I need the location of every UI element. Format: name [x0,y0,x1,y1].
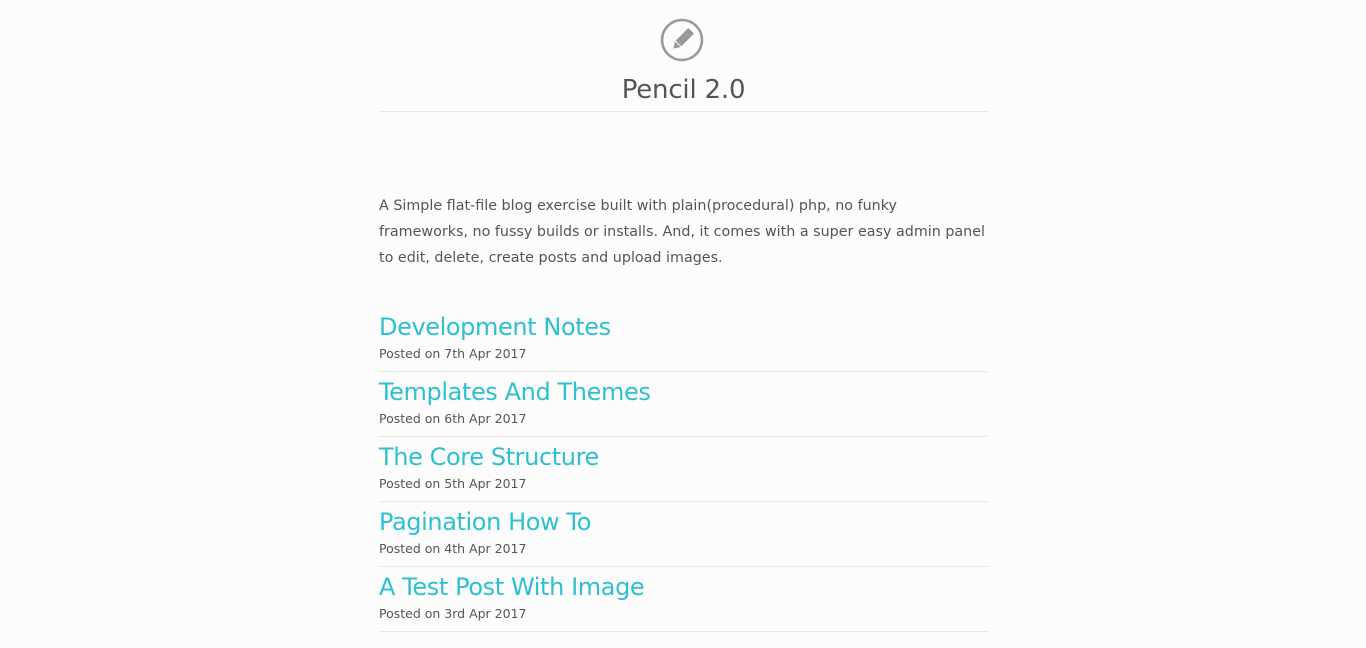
intro-text: A Simple flat-file blog exercise built w… [379,198,985,266]
post-list: Development Notes Posted on 7th Apr 2017… [379,307,988,632]
post-item: The Core Structure Posted on 5th Apr 201… [379,437,988,502]
post-date: Posted on 4th Apr 2017 [379,541,527,556]
post-item: Pagination How To Posted on 4th Apr 2017 [379,502,988,567]
post-date: Posted on 6th Apr 2017 [379,411,527,426]
post-date: Posted on 3rd Apr 2017 [379,606,527,621]
post-item: A Test Post With Image Posted on 3rd Apr… [379,567,988,632]
pencil-circle-icon[interactable] [660,18,704,62]
post-item: Development Notes Posted on 7th Apr 2017 [379,307,988,372]
post-title-link[interactable]: Templates And Themes [379,376,651,408]
post-title-link[interactable]: Pagination How To [379,506,591,538]
post-date: Posted on 5th Apr 2017 [379,476,527,491]
post-date: Posted on 7th Apr 2017 [379,346,527,361]
post-title-link[interactable]: Development Notes [379,311,611,343]
post-title-link[interactable]: The Core Structure [379,441,599,473]
site-title[interactable]: Pencil 2.0 [379,73,988,107]
post-title-link[interactable]: A Test Post With Image [379,571,645,603]
site-header: Pencil 2.0 [379,0,988,112]
post-item: Templates And Themes Posted on 6th Apr 2… [379,372,988,437]
page-container: Pencil 2.0 A Simple flat-file blog exerc… [379,0,988,632]
